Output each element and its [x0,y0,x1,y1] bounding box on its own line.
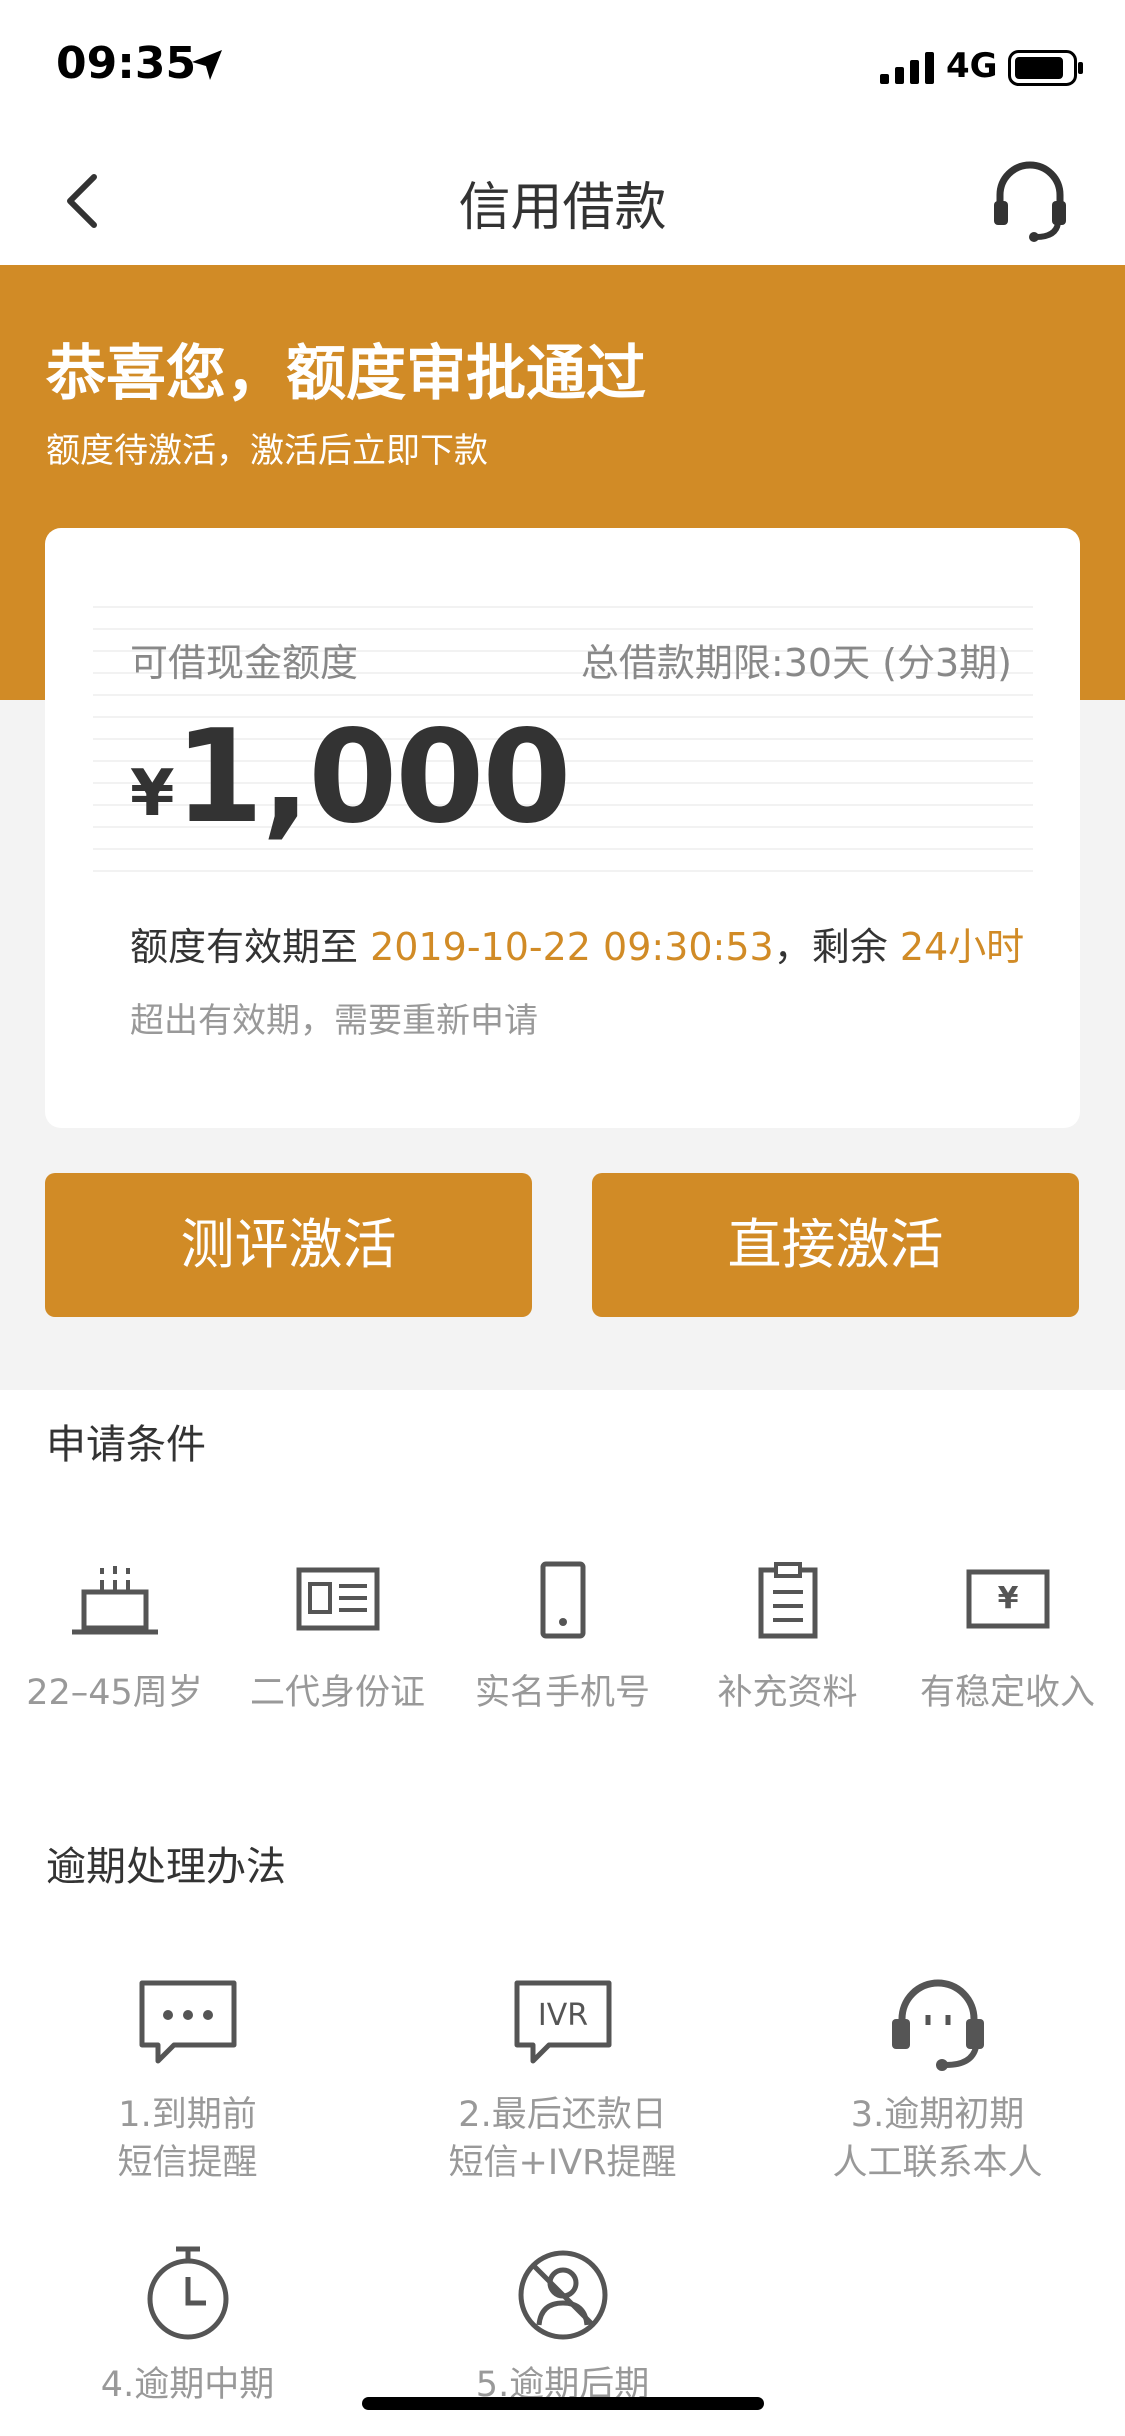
amount-value: 1,000 [174,703,572,852]
headset-icon [891,1979,984,2071]
remaining-time: 24小时 [899,925,1025,969]
overdue-item-4: 4.逾期中期 [0,2245,375,2409]
approval-headline: 恭喜您，额度审批通过 [46,339,646,409]
loan-term: 总借款期限:30天 (分3期) [580,641,1012,685]
overdue-item-3: 3.逾期初期 人工联系本人 [750,1975,1125,2187]
limit-label: 可借现金额度 [130,641,359,685]
condition-item-documents: 补充资料 [675,1560,900,1715]
status-bar: 09:35 4G [0,0,1125,135]
overdue-line2: 短信+IVR提醒 [448,2143,677,2183]
condition-item-phone: 实名手机号 [450,1560,675,1715]
condition-item-id: 二代身份证 [225,1560,450,1715]
validity-prefix: 额度有效期至 [130,925,359,969]
phone-icon [540,1561,585,1639]
condition-label: 有稳定收入 [919,1673,1095,1713]
overdue-line2: 人工联系本人 [832,2143,1043,2183]
overdue-line1: 1.到期前 [118,2095,257,2135]
sms-icon [139,1980,236,2064]
validity-line: 额度有效期至 2019-10-22 09:30:53，剩余 24小时 [130,916,1024,971]
stopwatch-icon [147,2246,228,2340]
overdue-item-1: 1.到期前短信提醒 [0,1975,375,2187]
customer-service-headset-icon[interactable] [990,157,1070,243]
nav-bar: 信用借款 [0,135,1125,265]
overdue-title: 逾期处理办法 [46,1844,286,1890]
status-time: 09:35 [56,38,197,89]
condition-label: 22–45周岁 [26,1673,203,1713]
validity-mid: ，剩余 [773,925,888,969]
condition-label: 实名手机号 [474,1673,650,1713]
location-arrow-icon [192,50,222,80]
signal-icon [880,52,934,84]
overdue-item-2: IVR 2.最后还款日 短信+IVR提醒 [375,1975,750,2187]
ivr-icon: IVR [514,1980,611,2064]
overdue-item-5: 5.逾期后期 [375,2245,750,2409]
credit-limit-card: 可借现金额度 总借款期限:30天 (分3期) ¥1,000 额度有效期至 201… [45,528,1080,1128]
overdue-line1: 3.逾期初期 [850,2095,1025,2135]
condition-label: 补充资料 [717,1673,858,1713]
ivr-icon-text: IVR [537,1998,587,2033]
income-icon: ¥ [966,1569,1049,1629]
condition-label: 二代身份证 [249,1673,425,1713]
cake-icon [71,1566,158,1635]
direct-activate-button[interactable]: 直接激活 [592,1173,1079,1317]
id-card-icon [296,1567,379,1631]
overdue-line1: 4.逾期中期 [100,2365,275,2405]
overdue-line1: 2.最后还款日 [458,2095,667,2135]
limit-amount: ¥1,000 [130,703,572,852]
condition-item-income: ¥ 有稳定收入 [895,1560,1120,1715]
home-indicator[interactable] [362,2397,764,2410]
conditions-title: 申请条件 [46,1422,206,1468]
battery-icon [1008,50,1083,86]
page-title: 信用借款 [458,178,667,238]
network-type: 4G [946,46,998,86]
condition-item-age: 22–45周岁 [2,1560,227,1715]
expiry-note: 超出有效期，需要重新申请 [130,1001,538,1041]
validity-date: 2019-10-22 09:30:53 [370,925,774,969]
overdue-line2: 短信提醒 [117,2143,258,2183]
svg-text:¥: ¥ [997,1581,1018,1616]
currency-symbol: ¥ [130,757,175,831]
approval-subline: 额度待激活，激活后立即下款 [46,431,488,471]
no-person-icon [518,2250,607,2340]
clipboard-icon [758,1562,817,1639]
evaluate-activate-button[interactable]: 测评激活 [45,1173,532,1317]
